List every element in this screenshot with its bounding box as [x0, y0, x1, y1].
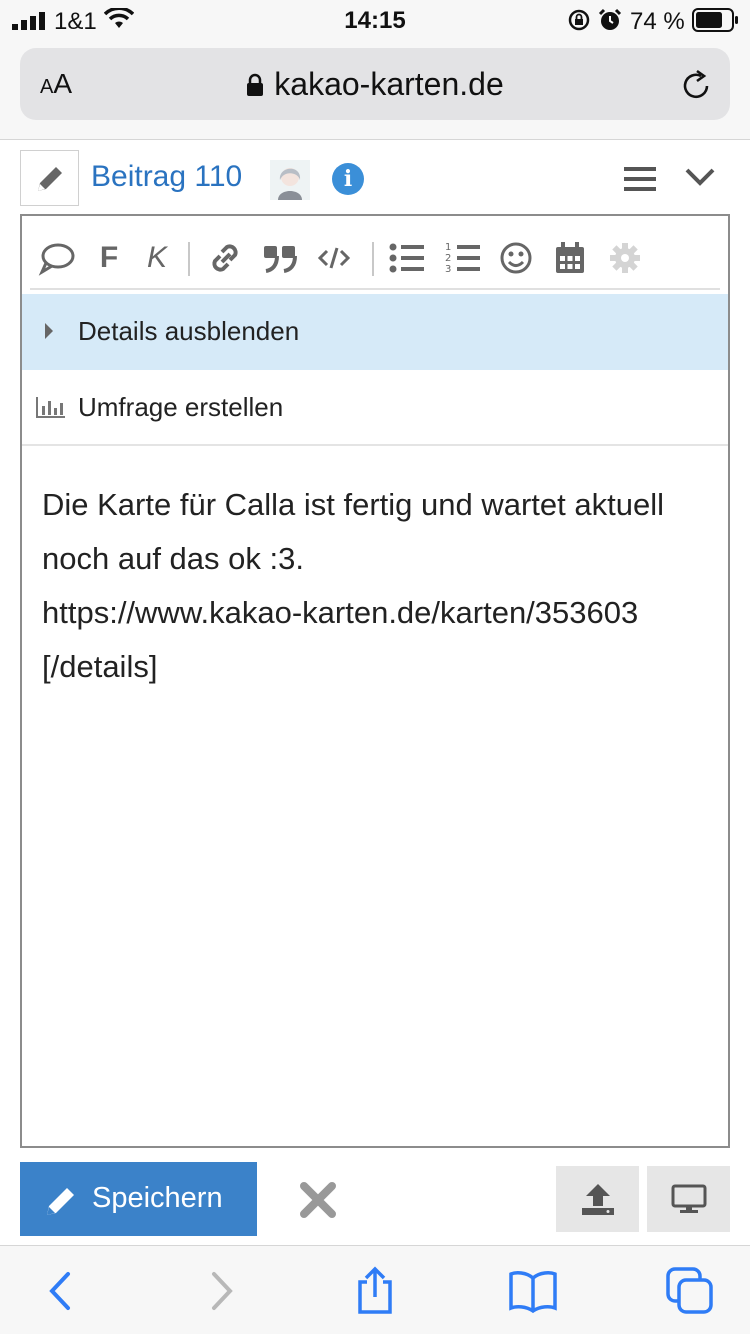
url-text: kakao-karten.de: [274, 66, 504, 102]
lock-rotation-icon: [568, 9, 590, 31]
bold-button[interactable]: F: [94, 238, 124, 278]
browser-toolbar: [0, 1245, 750, 1334]
preview-toggle-button[interactable]: [647, 1166, 730, 1232]
toolbar-divider: [372, 242, 374, 276]
status-bar: 1&1 14:15 74 %: [0, 0, 750, 40]
link-icon[interactable]: [206, 238, 244, 278]
svg-text:3: 3: [445, 264, 451, 275]
upload-icon: [582, 1184, 614, 1215]
details-toggle[interactable]: Details ausblenden: [22, 294, 728, 370]
toolbar-separator: [30, 288, 720, 290]
quote-icon[interactable]: [262, 238, 298, 278]
browser-address-area: AA kakao-karten.de: [0, 40, 750, 140]
svg-text:1: 1: [445, 242, 451, 253]
battery-percent: 74 %: [630, 8, 685, 35]
back-icon[interactable]: [38, 1266, 88, 1316]
numbered-list-icon[interactable]: 1 2 3: [444, 238, 482, 278]
save-label: Speichern: [92, 1182, 223, 1214]
alarm-icon: [598, 8, 622, 30]
upload-button[interactable]: [556, 1166, 639, 1232]
edit-mode-button[interactable]: [20, 150, 79, 206]
save-button[interactable]: Speichern: [20, 1162, 257, 1236]
code-icon[interactable]: [316, 238, 352, 278]
forward-icon[interactable]: [194, 1266, 244, 1316]
bar-chart-icon: [36, 397, 65, 418]
create-poll-button[interactable]: Umfrage erstellen: [22, 370, 728, 446]
monitor-icon: [671, 1184, 707, 1213]
menu-icon[interactable]: [624, 166, 656, 192]
bookmarks-icon[interactable]: [508, 1266, 558, 1316]
bullet-list-icon[interactable]: [388, 238, 426, 278]
share-icon[interactable]: [350, 1266, 400, 1316]
italic-button[interactable]: K: [142, 238, 172, 278]
poll-label: Umfrage erstellen: [78, 392, 284, 422]
pencil-icon: [47, 1188, 74, 1215]
reload-icon[interactable]: [680, 68, 712, 102]
post-editor: F K 1 2 3 Details ausblenden Umfrage ers…: [20, 214, 730, 1148]
speech-bubble-icon[interactable]: [38, 238, 76, 278]
gear-icon[interactable]: [608, 238, 642, 278]
emoji-icon[interactable]: [498, 238, 534, 278]
battery-icon: [692, 8, 738, 32]
pencil-icon: [38, 167, 62, 191]
tabs-icon[interactable]: [665, 1266, 715, 1316]
calendar-icon[interactable]: [552, 238, 588, 278]
post-title-link[interactable]: Beitrag 110: [91, 160, 242, 194]
post-text-editor[interactable]: Die Karte für Calla ist fertig und warte…: [42, 478, 712, 694]
address-bar[interactable]: AA kakao-karten.de: [20, 48, 730, 120]
details-label: Details ausblenden: [78, 316, 300, 346]
chevron-down-icon[interactable]: [684, 166, 716, 188]
caret-right-icon: [45, 323, 53, 339]
info-icon[interactable]: i: [332, 163, 364, 195]
close-icon[interactable]: [300, 1182, 336, 1218]
toolbar-divider: [188, 242, 190, 276]
editor-toolbar: F K 1 2 3: [22, 216, 728, 292]
url-display[interactable]: kakao-karten.de: [20, 66, 730, 103]
lock-icon: [247, 73, 264, 96]
avatar[interactable]: [270, 160, 310, 200]
svg-text:2: 2: [445, 253, 451, 264]
